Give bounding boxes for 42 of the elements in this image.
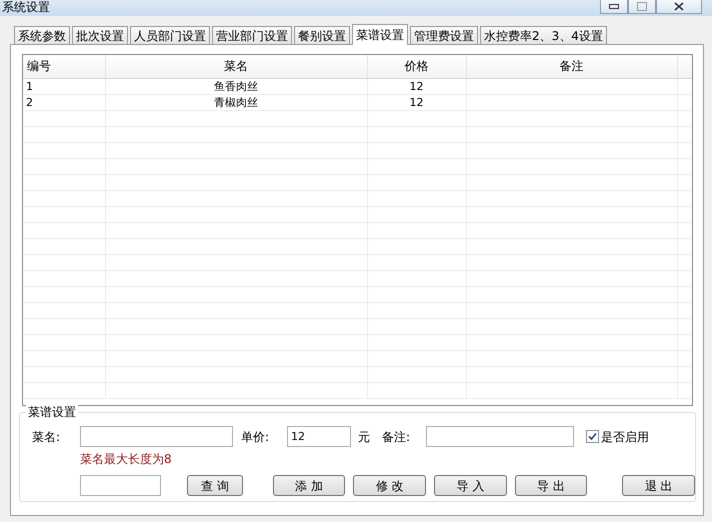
column-header: 价格 — [367, 55, 466, 78]
tab[interactable]: 菜谱设置 — [352, 24, 408, 45]
table-cell: 青椒肉丝 — [214, 96, 258, 108]
enabled-label: 是否启用 — [601, 428, 649, 446]
name-label: 菜名: — [32, 428, 62, 446]
tab[interactable]: 营业部门设置 — [212, 26, 292, 44]
name-field[interactable] — [80, 426, 233, 447]
tab[interactable]: 系统参数 — [14, 26, 70, 44]
price-field[interactable]: 12 — [287, 426, 351, 447]
table-cell: 12 — [410, 96, 424, 108]
action-button[interactable]: 添 加 — [272, 475, 346, 496]
group-title: 菜谱设置 — [26, 405, 78, 419]
table-cell: 2 — [26, 96, 33, 108]
tab[interactable]: 管理费设置 — [410, 26, 478, 44]
action-button[interactable]: 查 询 — [187, 475, 243, 496]
minimize-button[interactable] — [600, 0, 628, 14]
table-cell: 12 — [410, 80, 424, 92]
close-button[interactable] — [656, 0, 702, 14]
enabled-checkbox[interactable] — [586, 430, 599, 443]
action-button[interactable]: 导 入 — [434, 475, 507, 496]
note-label: 备注: — [382, 428, 412, 446]
column-header: 备注 — [466, 55, 677, 78]
action-button[interactable]: 退 出 — [622, 475, 696, 496]
table-cell: 1 — [26, 80, 33, 92]
column-header: 菜名 — [105, 55, 367, 78]
close-icon — [674, 2, 684, 11]
window-title: 系统设置 — [1, 0, 50, 14]
tab[interactable]: 餐别设置 — [294, 26, 350, 44]
tab[interactable]: 批次设置 — [72, 26, 128, 44]
unit-label: 元 — [358, 428, 370, 446]
action-button[interactable]: 修 改 — [353, 475, 426, 496]
table-cell: 鱼香肉丝 — [214, 80, 258, 92]
tab[interactable]: 水控费率2、3、4设置 — [480, 26, 607, 44]
column-header: 编号 — [23, 55, 105, 78]
minimize-icon — [609, 4, 619, 10]
hint-text: 菜名最大长度为8 — [80, 452, 172, 466]
note-field[interactable] — [426, 426, 574, 447]
price-label: 单价: — [241, 428, 270, 446]
action-button[interactable]: 导 出 — [514, 475, 588, 496]
search-field[interactable] — [80, 475, 161, 496]
maximize-icon — [637, 2, 647, 11]
tab[interactable]: 人员部门设置 — [130, 26, 210, 44]
